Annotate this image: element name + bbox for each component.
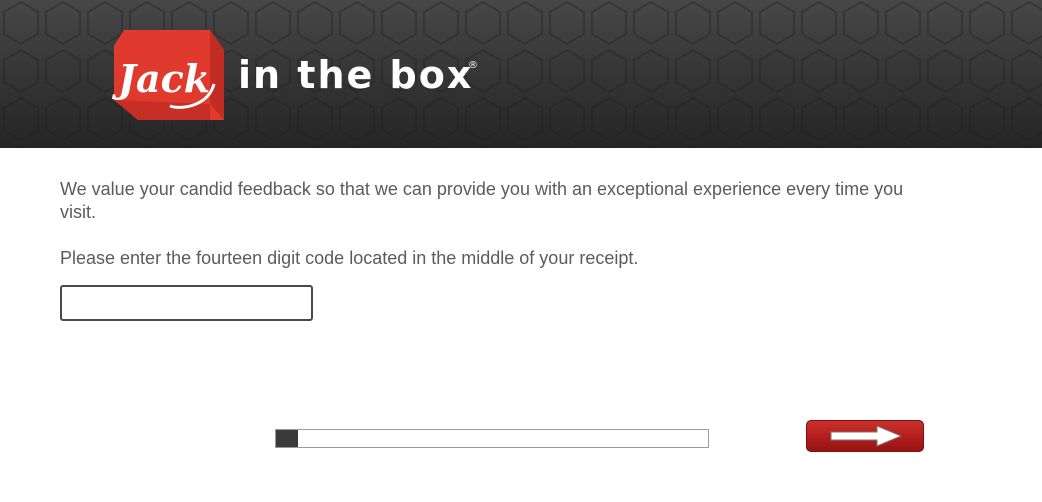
next-button[interactable] bbox=[806, 420, 924, 452]
jack-in-the-box-logo[interactable]: Jack in the box ® bbox=[110, 24, 482, 124]
site-header: Jack in the box ® bbox=[0, 0, 1042, 148]
progress-bar bbox=[275, 429, 709, 448]
registered-mark: ® bbox=[468, 60, 478, 71]
instruction-text: Please enter the fourteen digit code loc… bbox=[60, 248, 639, 268]
logo-mark-text: Jack bbox=[112, 56, 210, 101]
right-arrow-icon bbox=[830, 425, 903, 447]
logo-wordmark: in the box bbox=[238, 53, 473, 97]
receipt-code-input[interactable] bbox=[60, 285, 313, 321]
survey-content: We value your candid feedback so that we… bbox=[60, 178, 920, 270]
progress-fill bbox=[276, 430, 298, 447]
intro-text: We value your candid feedback so that we… bbox=[60, 179, 904, 222]
